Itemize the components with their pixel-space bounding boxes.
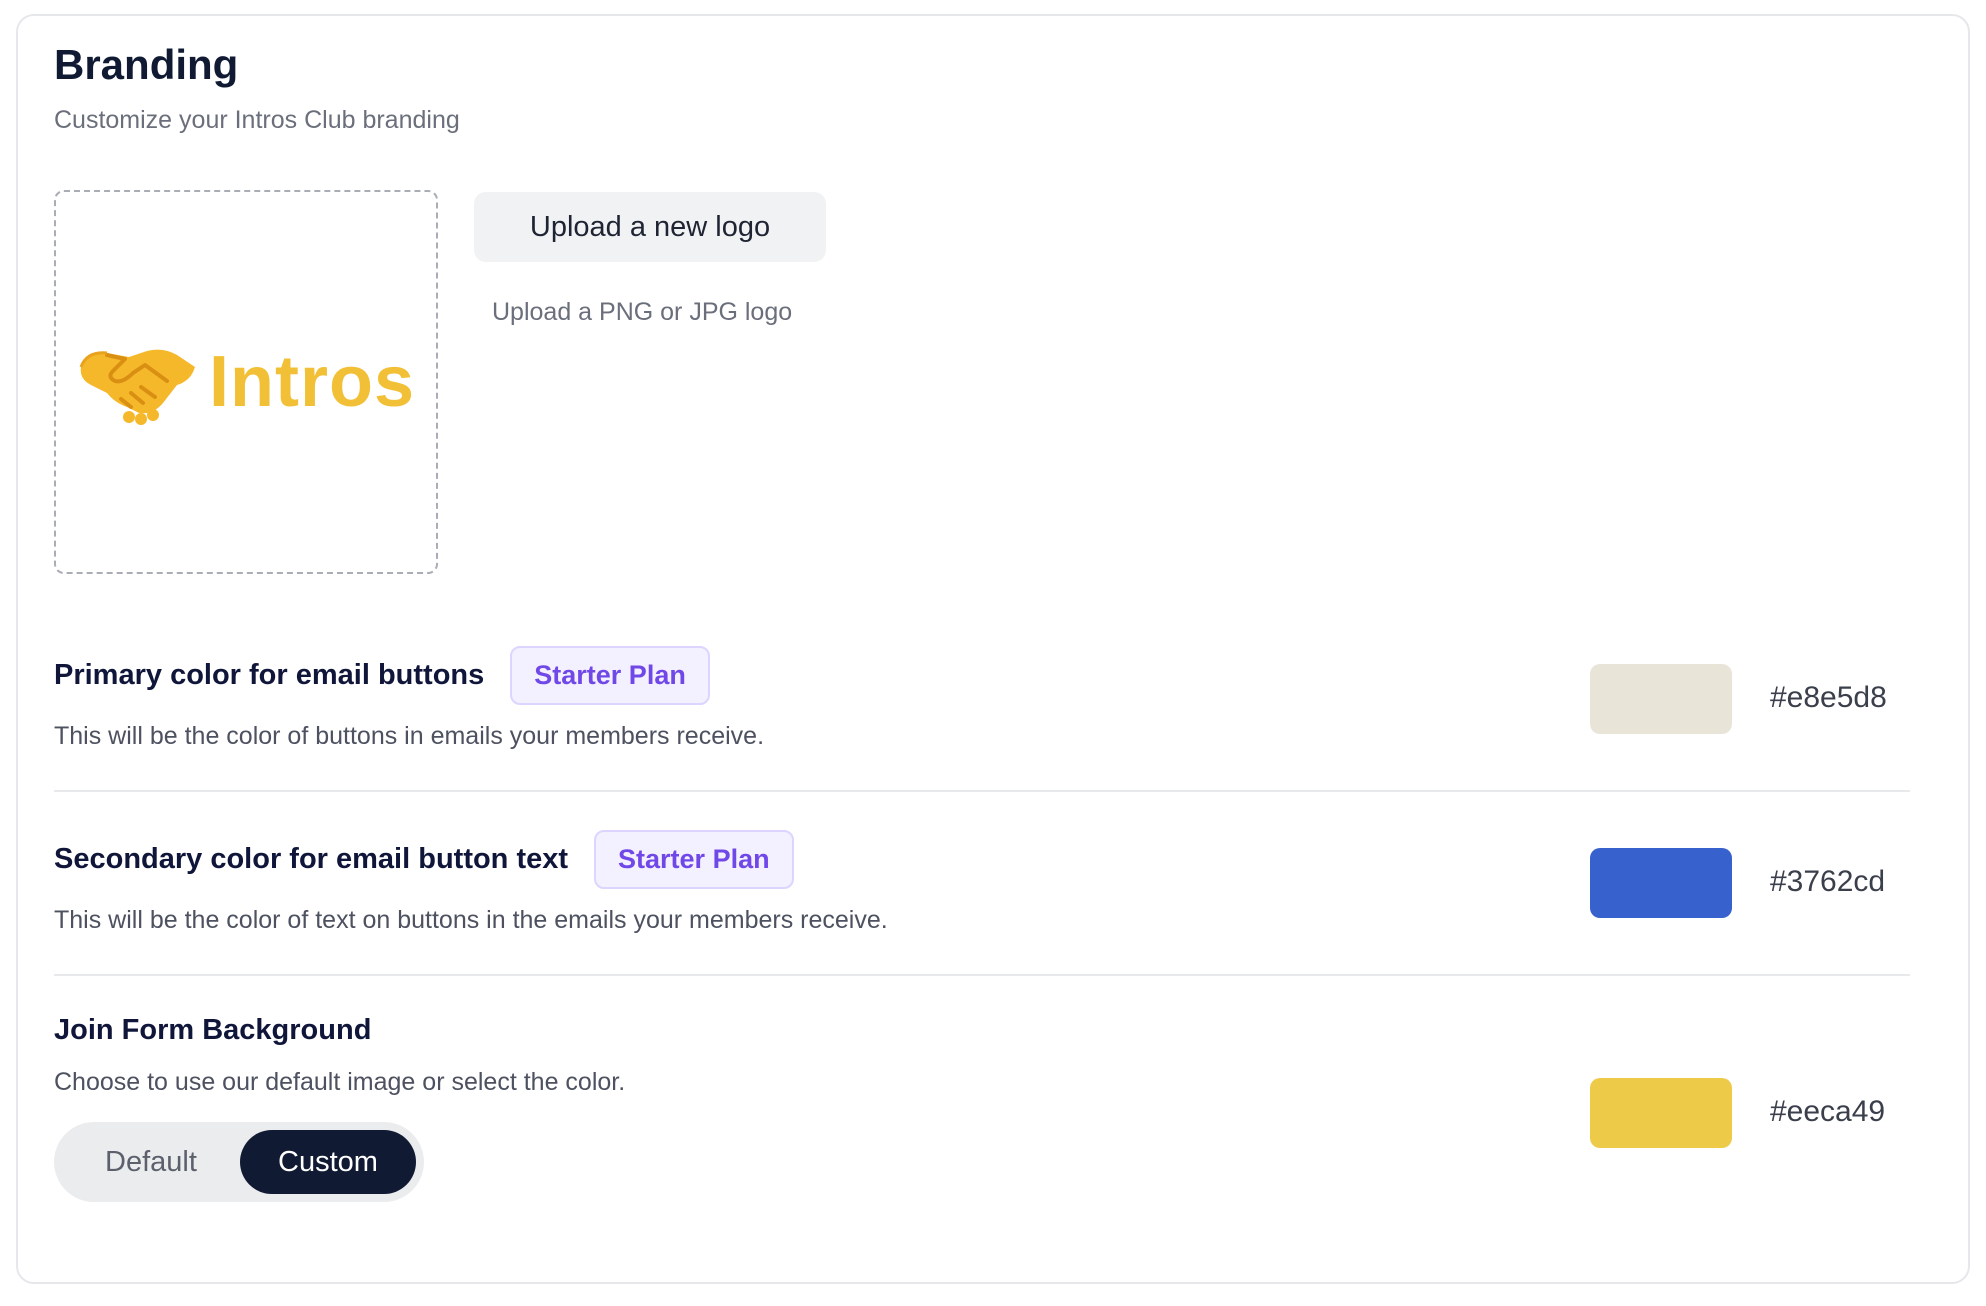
join-form-description: Choose to use our default image or selec… xyxy=(54,1068,626,1096)
handshake-icon xyxy=(79,349,195,425)
logo-preview[interactable]: Intros xyxy=(54,190,438,574)
upload-hint: Upload a PNG or JPG logo xyxy=(492,298,793,326)
secondary-color-description: This will be the color of text on button… xyxy=(54,906,888,934)
page-subtitle: Customize your Intros Club branding xyxy=(54,106,460,134)
primary-color-hex[interactable]: #e8e5d8 xyxy=(1770,681,1887,715)
toggle-custom[interactable]: Custom xyxy=(240,1130,416,1194)
join-form-row-title: Join Form Background xyxy=(54,1014,371,1047)
upload-logo-button[interactable]: Upload a new logo xyxy=(474,192,826,262)
page-title: Branding xyxy=(54,41,239,88)
primary-color-row-title: Primary color for email buttons Starter … xyxy=(54,646,710,705)
join-form-title: Join Form Background xyxy=(54,1014,372,1046)
logo-wordmark: Intros xyxy=(208,342,415,422)
secondary-color-swatch[interactable] xyxy=(1590,848,1732,918)
secondary-color-hex[interactable]: #3762cd xyxy=(1770,865,1885,899)
divider xyxy=(54,974,1910,976)
primary-color-title: Primary color for email buttons xyxy=(54,659,485,691)
divider xyxy=(54,790,1910,792)
starter-plan-badge: Starter Plan xyxy=(510,646,710,705)
secondary-color-row-title: Secondary color for email button text St… xyxy=(54,830,794,889)
primary-color-swatch[interactable] xyxy=(1590,664,1732,734)
logo-image: Intros xyxy=(77,337,415,427)
toggle-default[interactable]: Default xyxy=(62,1130,240,1194)
background-mode-toggle: Default Custom xyxy=(54,1122,424,1202)
secondary-color-title: Secondary color for email button text xyxy=(54,843,569,875)
join-form-color-hex[interactable]: #eeca49 xyxy=(1770,1095,1885,1129)
primary-color-description: This will be the color of buttons in ema… xyxy=(54,722,765,750)
starter-plan-badge: Starter Plan xyxy=(594,830,794,889)
join-form-color-swatch[interactable] xyxy=(1590,1078,1732,1148)
